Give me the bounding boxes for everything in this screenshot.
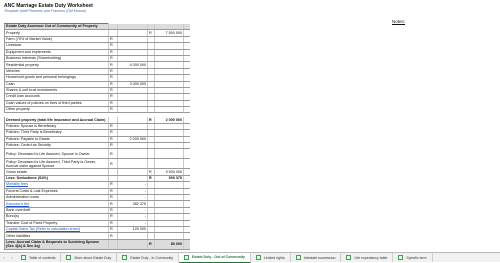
- table-row: Policy: Deceased is Life Assured, Spouse…: [4, 148, 190, 160]
- sheet-icon: [295, 255, 301, 260]
- sheet-tab-label: Intestate succession: [303, 255, 336, 260]
- sheet-icon: [255, 255, 261, 260]
- currency-cell[interactable]: R: [147, 239, 155, 250]
- amount-cell[interactable]: [117, 158, 148, 170]
- currency-cell[interactable]: R: [108, 158, 118, 170]
- sheet-tab-label: Table of contents: [29, 255, 56, 260]
- sheet-icon: [398, 255, 404, 260]
- row-label[interactable]: Deemed property (total life insurance an…: [4, 117, 109, 124]
- sheet-tab-label: Life expectancy table: [354, 255, 388, 260]
- sheet-tab[interactable]: Estate Duty - Out of Community: [179, 252, 251, 263]
- row-label[interactable]: Policy: Deceased is Life Assured, Spouse…: [4, 148, 109, 160]
- sheet-icon: [21, 255, 26, 260]
- spreadsheet-view: ANC Marriage Estate Duty Worksheet Templ…: [0, 0, 500, 252]
- sheet-icon: [66, 255, 72, 260]
- row-label[interactable]: Policy: Deceased is Life Assured, Third …: [4, 158, 109, 170]
- currency-cell[interactable]: [147, 158, 155, 170]
- sheet-tab-label: More about Estate Duty: [74, 255, 112, 260]
- table-row: Less: Accrual Claim & Bequests to Surviv…: [4, 238, 190, 250]
- amount-cell[interactable]: [117, 148, 148, 160]
- row-label[interactable]: Estate Duty Assessor Out of Community of…: [4, 22, 109, 31]
- previous-sheet-icon[interactable]: ‹: [0, 255, 8, 260]
- sheet-tab-label: Estate Duty - Out of Community: [192, 255, 245, 259]
- currency-cell[interactable]: R: [108, 148, 118, 160]
- amount-cell[interactable]: [117, 239, 148, 250]
- table-row: Policy: Deceased is Life Assured, Third …: [4, 158, 190, 170]
- total-cell[interactable]: 80 000: [154, 239, 184, 250]
- row-label[interactable]: Less: Accrual Claim & Bequests to Surviv…: [4, 238, 109, 250]
- notes-label: Notes:: [392, 19, 406, 24]
- sheet-icon: [346, 255, 352, 260]
- currency-cell[interactable]: [108, 239, 118, 250]
- next-sheet-icon[interactable]: ›: [8, 255, 16, 260]
- total-cell[interactable]: [154, 158, 184, 170]
- estate-duty-table: Estate Duty Assessor Out of Community of…: [4, 22, 190, 250]
- worksheet-subtitle: Template (staff Planners and Frankton (O…: [4, 9, 86, 13]
- blank-cell[interactable]: [183, 158, 190, 170]
- sheet-tab-label: Limited rights: [263, 255, 285, 260]
- sheet-icon: [122, 255, 128, 260]
- sheet-tab-label: Specific term: [406, 255, 427, 260]
- total-cell[interactable]: [154, 148, 184, 160]
- blank-cell[interactable]: [183, 239, 190, 250]
- blank-cell[interactable]: [183, 148, 190, 160]
- currency-cell[interactable]: [147, 148, 155, 160]
- sheet-icon: [184, 254, 190, 260]
- sheet-tab-label: Estate Duty - In Community: [130, 255, 174, 260]
